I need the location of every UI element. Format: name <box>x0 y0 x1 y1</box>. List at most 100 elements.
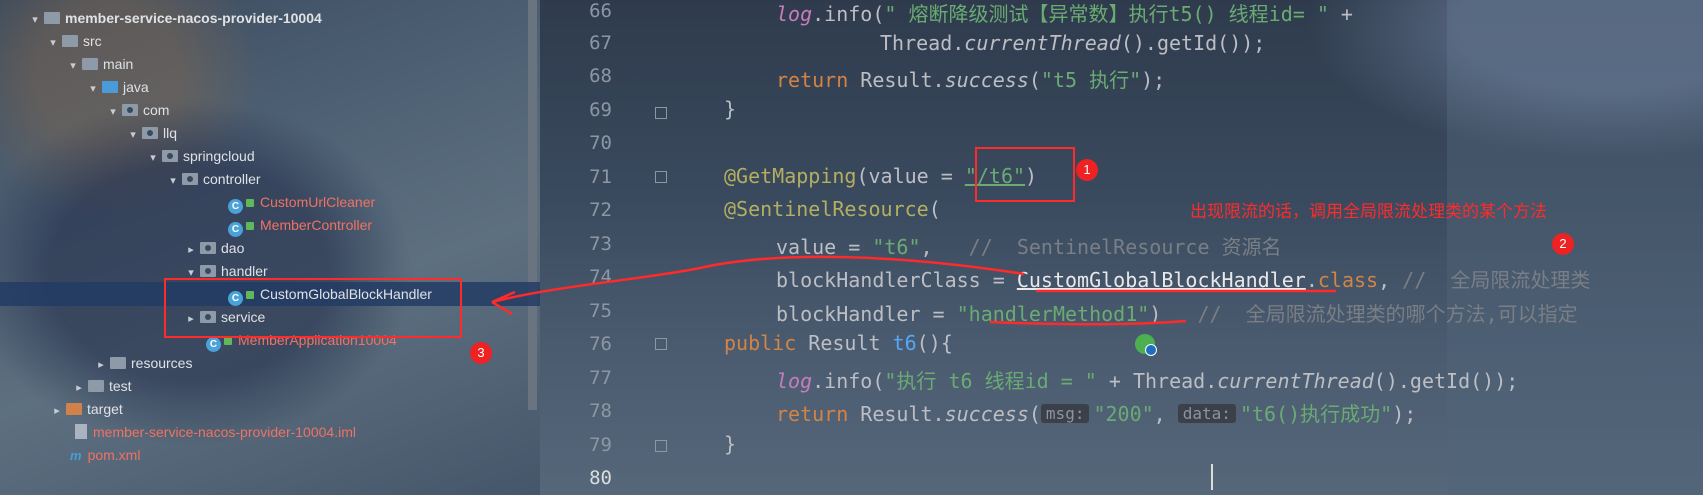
code-token: currentThread <box>1217 369 1374 393</box>
chevron-down-icon[interactable]: ▾ <box>64 54 82 78</box>
annotation-badge-1: 1 <box>1076 159 1098 181</box>
code-line-79: } <box>724 432 736 456</box>
folder-icon <box>88 380 104 392</box>
tree-item-membercontroller[interactable]: C MemberController <box>228 213 372 237</box>
line-number: 66 <box>589 0 612 22</box>
spring-boot-class-icon: C <box>206 337 221 352</box>
chevron-down-icon[interactable]: ▾ <box>26 8 44 32</box>
code-line-76: public Result t6(){ <box>724 331 953 355</box>
line-number: 79 <box>589 434 612 456</box>
tree-scrollbar[interactable] <box>528 0 537 410</box>
tree-item-label: controller <box>203 171 261 187</box>
chevron-down-icon[interactable]: ▾ <box>144 146 162 170</box>
code-token: ().getId()); <box>1373 369 1519 393</box>
package-icon <box>122 104 138 116</box>
fold-marker-icon[interactable] <box>655 107 667 119</box>
project-tree-panel: ▾ member-service-nacos-provider-10004 ▾ sr… <box>0 0 540 495</box>
code-token: public <box>724 331 797 355</box>
tree-item-label: java <box>123 79 149 95</box>
fold-marker-icon[interactable] <box>655 171 667 183</box>
folder-icon <box>82 58 98 70</box>
tree-item-springcloud[interactable]: ▾ springcloud <box>144 144 254 170</box>
fold-marker-icon[interactable] <box>655 338 667 350</box>
code-token: + <box>1328 2 1353 26</box>
code-line-73: value = "t6", // SentinelResource 资源名 <box>776 231 1282 260</box>
tree-item-iml[interactable]: member-service-nacos-provider-10004.iml <box>75 420 356 444</box>
code-token: " 熔断降级测试【异常数】执行t5() 线程id= " <box>884 2 1329 26</box>
tree-item-label: main <box>103 56 134 72</box>
parameter-hint: msg: <box>1040 404 1090 423</box>
code-token: .info( <box>812 369 885 393</box>
tree-item-java[interactable]: ▾ java <box>84 75 149 101</box>
chevron-down-icon[interactable]: ▾ <box>44 31 62 55</box>
code-line-75: blockHandler = "handlerMethod1") // 全局限流… <box>776 298 1578 327</box>
annotation-box-mapping <box>975 147 1075 202</box>
tree-item-resources[interactable]: ▸ resources <box>92 351 192 375</box>
code-line-77: log.info("执行 t6 线程id = " + Thread.curren… <box>776 365 1518 394</box>
code-token: + Thread. <box>1096 369 1218 393</box>
chevron-down-icon[interactable]: ▾ <box>164 169 182 193</box>
package-icon <box>162 150 178 162</box>
line-number: 69 <box>589 99 612 121</box>
line-number: 68 <box>589 65 612 87</box>
maven-icon: m <box>70 448 82 463</box>
tree-item-com[interactable]: ▾ com <box>104 98 169 122</box>
code-token: blockHandlerClass = <box>776 268 1017 292</box>
code-token: "t6()执行成功" <box>1239 402 1393 426</box>
code-token: value = <box>776 235 873 259</box>
chevron-right-icon[interactable]: ▸ <box>48 399 66 423</box>
line-number: 78 <box>589 400 612 422</box>
code-line-78: return Result.success(msg: "200", data: "t… <box>776 398 1416 427</box>
fold-marker-icon[interactable] <box>655 440 667 452</box>
code-token: return <box>776 68 849 92</box>
code-line-66: log.info(" 熔断降级测试【异常数】执行t5() 线程id= " + <box>776 0 1353 27</box>
code-token: (){ <box>916 331 953 355</box>
annotation-box-handler <box>164 278 462 338</box>
tree-item-label: src <box>83 33 102 49</box>
package-icon <box>200 265 216 277</box>
line-number: 71 <box>589 166 612 188</box>
code-editor[interactable]: 66 67 68 69 70 71 72 73 74 75 76 77 78 7… <box>540 0 1703 495</box>
code-token: , <box>1153 402 1178 426</box>
tree-item-customurlcleaner[interactable]: C CustomUrlCleaner <box>228 190 375 214</box>
tree-item-target[interactable]: ▸ target <box>48 397 123 421</box>
code-token: success <box>944 402 1029 426</box>
code-token: "handlerMethod1" <box>956 302 1150 326</box>
code-token: Result <box>796 331 893 355</box>
tree-item-dao[interactable]: ▸ dao <box>182 236 244 260</box>
module-folder-icon <box>44 12 60 24</box>
code-token: ); <box>1392 402 1417 426</box>
code-line-67: Thread.currentThread().getId()); <box>880 31 1265 55</box>
code-line-72: @SentinelResource( <box>724 197 941 221</box>
chevron-down-icon[interactable]: ▾ <box>124 123 142 147</box>
code-token: // 全局限流处理类 <box>1402 268 1591 292</box>
resources-folder-icon <box>110 357 126 369</box>
code-token: } <box>724 97 737 121</box>
tree-item-llq[interactable]: ▾ llq <box>124 121 177 145</box>
tree-item-label: handler <box>221 263 268 279</box>
chevron-down-icon[interactable]: ▾ <box>84 77 102 101</box>
iml-file-icon <box>75 424 87 439</box>
code-token: log <box>776 369 813 393</box>
package-icon <box>182 173 198 185</box>
code-token: @SentinelResource <box>724 197 929 221</box>
line-number-current: 80 <box>589 467 612 489</box>
tree-item-controller[interactable]: ▾ controller <box>164 167 261 193</box>
code-token: } <box>724 432 737 456</box>
code-token: ().getId()); <box>1120 31 1266 55</box>
line-number: 76 <box>589 333 612 355</box>
tree-item-test[interactable]: ▸ test <box>70 374 131 398</box>
tree-item-main[interactable]: ▾ main <box>64 52 133 76</box>
line-number: 72 <box>589 199 612 221</box>
parameter-hint: data: <box>1177 404 1236 423</box>
code-token: .info( <box>812 2 885 26</box>
tree-item-pom[interactable]: m pom.xml <box>70 443 140 467</box>
tree-item-src[interactable]: ▾ src <box>44 29 102 55</box>
endpoint-gutter-icon[interactable] <box>1135 334 1157 356</box>
code-token: , <box>920 235 969 259</box>
tree-item-module[interactable]: ▾ member-service-nacos-provider-10004 <box>26 6 322 30</box>
code-token: ( <box>928 197 941 221</box>
line-number: 73 <box>589 233 612 255</box>
code-token: CustomGlobalBlockHandler <box>1016 268 1306 292</box>
chevron-down-icon[interactable]: ▾ <box>104 100 122 124</box>
